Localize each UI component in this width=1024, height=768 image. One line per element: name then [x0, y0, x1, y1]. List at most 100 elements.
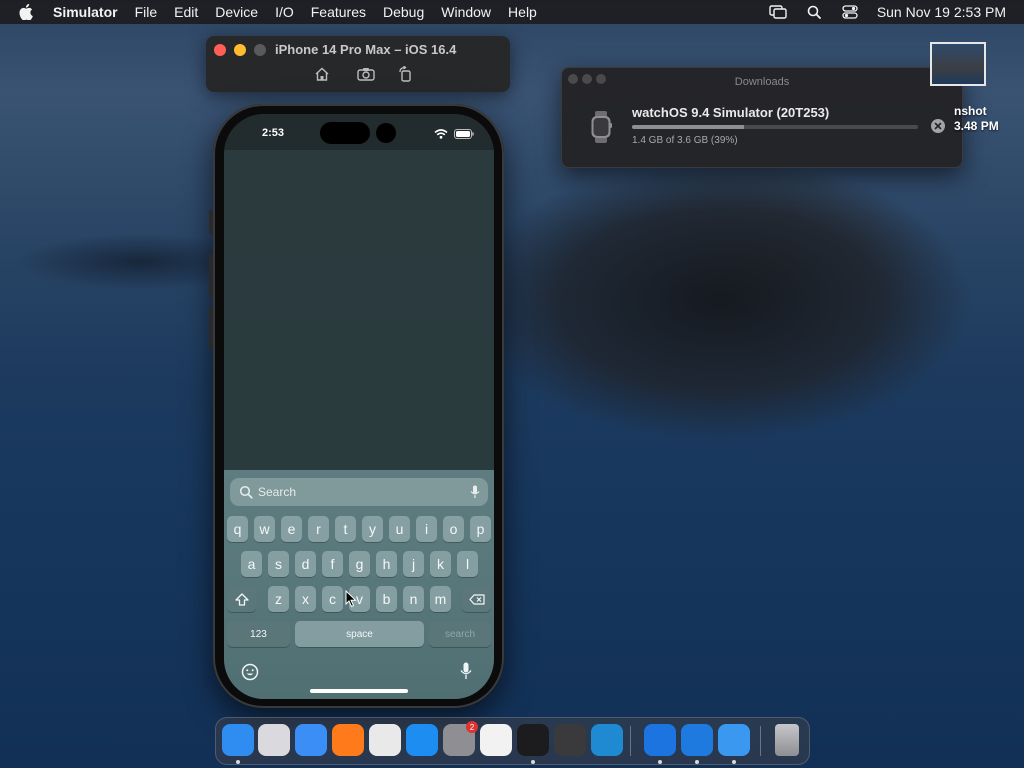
volume-down-button[interactable]: [209, 306, 213, 350]
key-p[interactable]: p: [470, 516, 491, 542]
key-m[interactable]: m: [430, 586, 451, 612]
key-w[interactable]: w: [254, 516, 275, 542]
delete-key[interactable]: [462, 586, 491, 612]
safari-dock-icon[interactable]: [295, 724, 327, 756]
keyboard-row-3: z x c v b n m: [224, 586, 494, 612]
dock: 2: [215, 717, 810, 765]
apple-watch-icon: [590, 111, 612, 143]
vscode-dock-icon[interactable]: [591, 724, 623, 756]
desktop-item-label[interactable]: nshot 3.48 PM: [954, 104, 999, 134]
key-b[interactable]: b: [376, 586, 397, 612]
key-z[interactable]: z: [268, 586, 289, 612]
menu-edit[interactable]: Edit: [174, 4, 198, 20]
rotate-icon[interactable]: [397, 66, 415, 82]
shift-key[interactable]: [227, 586, 256, 612]
window-close-button[interactable]: [214, 44, 226, 56]
key-o[interactable]: o: [443, 516, 464, 542]
chrome-dock-icon[interactable]: [369, 724, 401, 756]
simulator-window-title: iPhone 14 Pro Max – iOS 16.4: [275, 42, 457, 57]
key-space[interactable]: space: [295, 621, 424, 647]
key-x[interactable]: x: [295, 586, 316, 612]
download-progress-text: 1.4 GB of 3.6 GB (39%): [632, 135, 738, 146]
key-d[interactable]: d: [295, 551, 316, 577]
key-r[interactable]: r: [308, 516, 329, 542]
menu-app-name[interactable]: Simulator: [53, 4, 118, 20]
phone-status-time: 2:53: [262, 127, 285, 139]
key-n[interactable]: n: [403, 586, 424, 612]
key-g[interactable]: g: [349, 551, 370, 577]
wifi-icon: [434, 126, 448, 144]
phone-keyboard: Search q w e r t y u i o p a s d f g h j…: [224, 470, 494, 699]
running-indicator: [658, 760, 662, 764]
launchpad-dock-icon[interactable]: [258, 724, 290, 756]
simulator-dock-icon[interactable]: [644, 724, 676, 756]
key-j[interactable]: j: [403, 551, 424, 577]
key-a[interactable]: a: [241, 551, 262, 577]
window-zoom-button[interactable]: [254, 44, 266, 56]
spotlight-search-icon[interactable]: [805, 4, 823, 20]
menu-bar: Simulator File Edit Device I/O Features …: [0, 0, 1024, 24]
trash-dock-icon[interactable]: [775, 724, 799, 756]
cancel-download-button[interactable]: [931, 119, 945, 133]
search-field[interactable]: Search: [230, 478, 488, 506]
key-c[interactable]: c: [322, 586, 343, 612]
key-y[interactable]: y: [362, 516, 383, 542]
xcode-beta-dock-icon[interactable]: [718, 724, 750, 756]
home-indicator[interactable]: [310, 689, 408, 693]
search-icon: [239, 485, 253, 499]
keyboard-row-4: 123 space search: [224, 621, 494, 647]
dynamic-island: [320, 122, 370, 144]
close-icon: [934, 122, 942, 130]
key-i[interactable]: i: [416, 516, 437, 542]
menu-io[interactable]: I/O: [275, 4, 294, 20]
mute-switch[interactable]: [209, 210, 213, 234]
screen-mirroring-icon[interactable]: [769, 4, 787, 20]
key-t[interactable]: t: [335, 516, 356, 542]
screenshot-icon[interactable]: [357, 66, 375, 82]
firefox-dock-icon[interactable]: [332, 724, 364, 756]
key-numbers[interactable]: 123: [227, 621, 290, 647]
key-k[interactable]: k: [430, 551, 451, 577]
key-l[interactable]: l: [457, 551, 478, 577]
key-q[interactable]: q: [227, 516, 248, 542]
running-indicator: [531, 760, 535, 764]
control-center-icon[interactable]: [841, 4, 859, 20]
desktop-screenshot-thumbnail[interactable]: [930, 42, 986, 86]
terminal-dock-icon[interactable]: [517, 724, 549, 756]
textedit-dock-icon[interactable]: [480, 724, 512, 756]
menu-help[interactable]: Help: [508, 4, 537, 20]
home-icon[interactable]: [313, 66, 331, 82]
key-e[interactable]: e: [281, 516, 302, 542]
instruments-dock-icon[interactable]: [554, 724, 586, 756]
desktop-item-label-line2: 3.48 PM: [954, 119, 999, 133]
keyboard-row-1: q w e r t y u i o p: [224, 516, 494, 542]
dock-separator: [760, 726, 761, 756]
keyboard-dictation-icon[interactable]: [460, 662, 472, 680]
iphone-screen[interactable]: 2:53 Search q w e r t y u i o p a s d f …: [224, 114, 494, 699]
menu-window[interactable]: Window: [441, 4, 491, 20]
xcode-dock-icon[interactable]: [681, 724, 713, 756]
key-f[interactable]: f: [322, 551, 343, 577]
app-store-dock-icon[interactable]: [406, 724, 438, 756]
search-placeholder: Search: [258, 485, 297, 499]
downloads-window: Downloads watchOS 9.4 Simulator (20T253)…: [561, 67, 963, 168]
system-settings-dock-icon[interactable]: 2: [443, 721, 478, 756]
notification-badge: 2: [466, 721, 478, 733]
key-s[interactable]: s: [268, 551, 289, 577]
key-u[interactable]: u: [389, 516, 410, 542]
running-indicator: [732, 760, 736, 764]
window-minimize-button[interactable]: [234, 44, 246, 56]
volume-up-button[interactable]: [209, 254, 213, 298]
menu-bar-clock[interactable]: Sun Nov 19 2:53 PM: [877, 4, 1006, 20]
apple-logo-icon[interactable]: [19, 4, 35, 20]
key-h[interactable]: h: [376, 551, 397, 577]
menu-device[interactable]: Device: [215, 4, 258, 20]
desktop-item-label-line1: nshot: [954, 104, 987, 118]
key-search[interactable]: search: [429, 621, 491, 647]
emoji-icon[interactable]: [241, 663, 259, 681]
dictation-mic-icon[interactable]: [470, 485, 480, 499]
menu-file[interactable]: File: [135, 4, 158, 20]
menu-features[interactable]: Features: [311, 4, 366, 20]
menu-debug[interactable]: Debug: [383, 4, 424, 20]
finder-dock-icon[interactable]: [222, 724, 254, 756]
